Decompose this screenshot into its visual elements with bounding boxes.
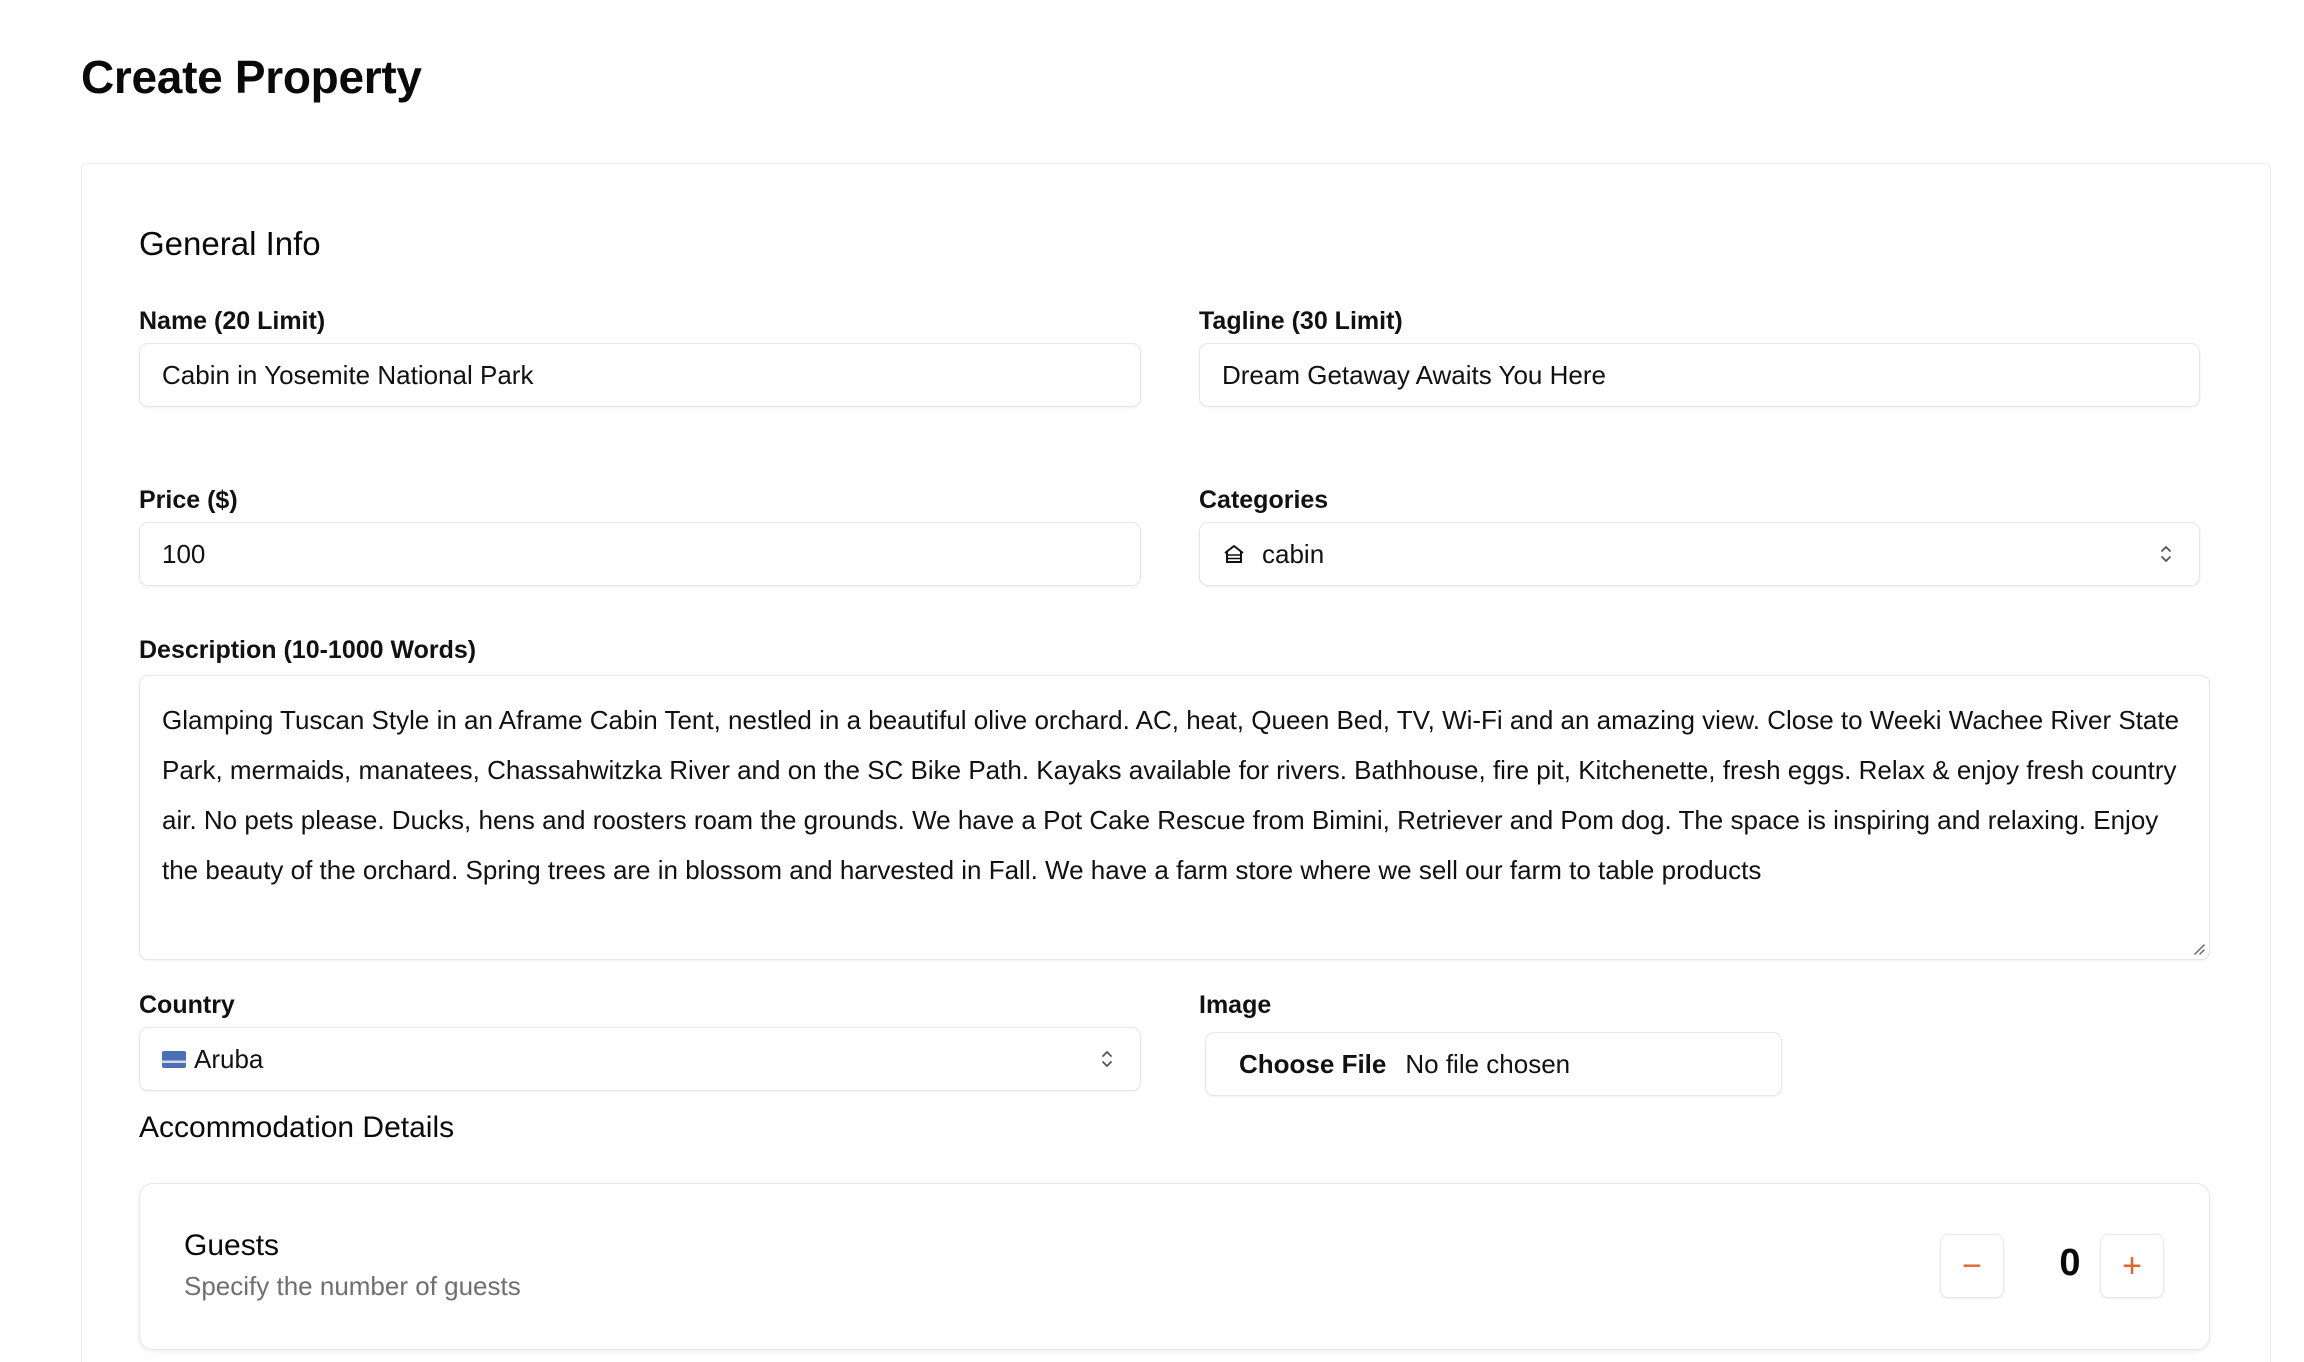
guests-title: Guests <box>184 1229 280 1262</box>
guests-decrement-button[interactable]: − <box>1940 1234 2004 1298</box>
tagline-input[interactable]: Dream Getaway Awaits You Here <box>1199 343 2200 407</box>
categories-select[interactable]: cabin <box>1199 522 2200 586</box>
country-select[interactable]: Aruba <box>139 1027 1141 1091</box>
resize-handle-icon[interactable] <box>2191 941 2205 955</box>
categories-selected-value: cabin <box>1262 538 1325 569</box>
name-label: Name (20 Limit) <box>139 307 326 335</box>
guests-count: 0 <box>2059 1242 2081 1284</box>
general-info-heading: General Info <box>139 225 321 262</box>
choose-file-button[interactable]: Choose File <box>1239 1049 1386 1080</box>
image-file-input[interactable]: Choose File No file chosen <box>1205 1032 1782 1096</box>
categories-label: Categories <box>1199 486 1329 514</box>
accommodation-heading: Accommodation Details <box>139 1111 455 1144</box>
name-input[interactable]: Cabin in Yosemite National Park <box>139 343 1141 407</box>
price-label: Price ($) <box>139 486 238 514</box>
aruba-flag-icon <box>162 1050 186 1068</box>
chevron-up-down-icon <box>1102 1051 1112 1067</box>
description-label: Description (10-1000 Words) <box>139 636 477 664</box>
price-input[interactable]: 100 <box>139 522 1141 586</box>
plus-icon: + <box>2122 1247 2142 1285</box>
file-status-text: No file chosen <box>1405 1048 1571 1079</box>
name-input-value: Cabin in Yosemite National Park <box>162 359 534 390</box>
cabin-icon <box>1224 545 1244 563</box>
price-input-value: 100 <box>162 538 206 569</box>
image-label: Image <box>1199 991 1272 1019</box>
page-title: Create Property <box>81 51 422 103</box>
tagline-input-value: Dream Getaway Awaits You Here <box>1222 359 1606 390</box>
minus-icon: − <box>1962 1247 1982 1285</box>
country-selected-value: Aruba <box>194 1043 264 1074</box>
tagline-label: Tagline (30 Limit) <box>1199 307 1403 335</box>
guests-increment-button[interactable]: + <box>2100 1234 2164 1298</box>
chevron-up-down-icon <box>2161 546 2171 562</box>
guests-card: Guests Specify the number of guests − 0 … <box>139 1183 2210 1350</box>
create-property-page: Create Property General Info Name (20 Li… <box>0 0 2304 1362</box>
description-textarea[interactable]: Glamping Tuscan Style in an Aframe Cabin… <box>139 675 2210 960</box>
guests-subtitle: Specify the number of guests <box>184 1271 521 1301</box>
description-textarea-value: Glamping Tuscan Style in an Aframe Cabin… <box>162 705 2180 885</box>
country-label: Country <box>139 991 235 1019</box>
